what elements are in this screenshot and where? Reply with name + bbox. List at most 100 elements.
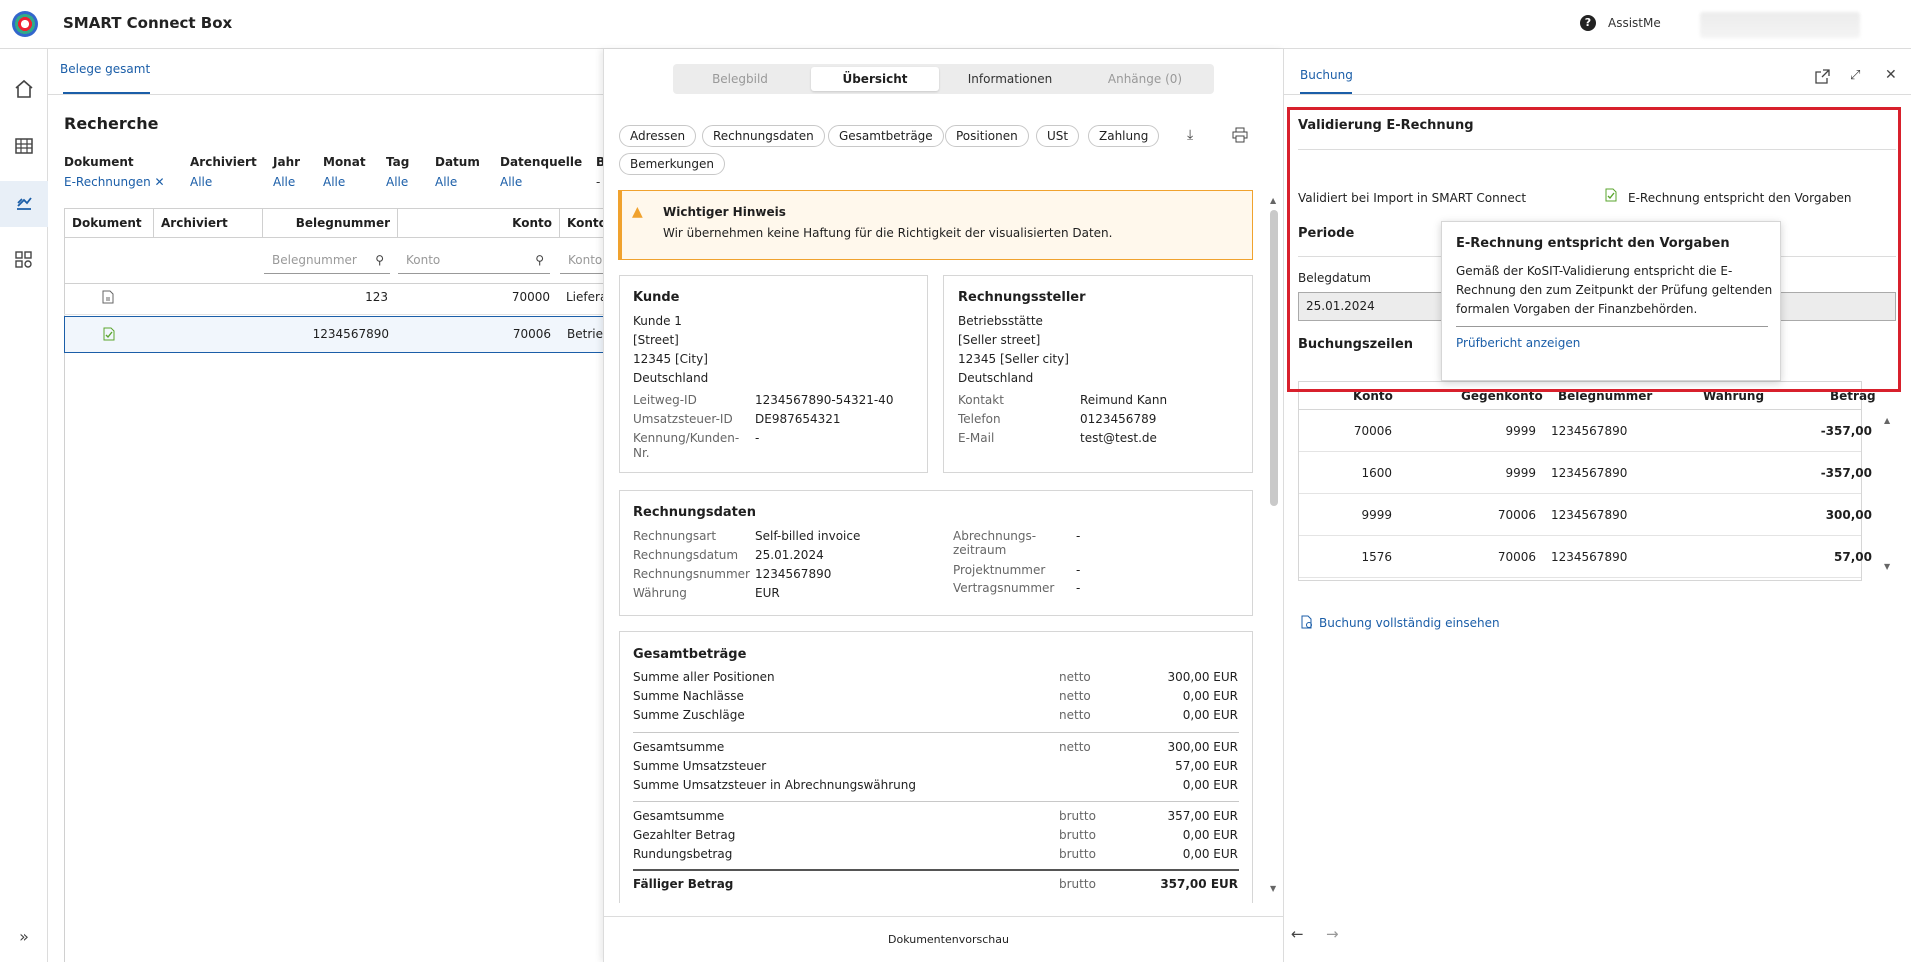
cell-konto: 70006: [512, 327, 551, 341]
gesamt-row-value: 357,00 EUR: [1160, 877, 1238, 891]
filter-value: Alle: [273, 175, 296, 189]
steller-line: 12345 [Seller city]: [958, 352, 1069, 366]
col-konto[interactable]: Konto: [398, 208, 560, 238]
col-dokument[interactable]: Dokument: [64, 208, 154, 238]
field-value: Self-billed invoice: [755, 529, 861, 543]
chip-rechnungsdaten[interactable]: Rechnungsdaten: [702, 125, 825, 147]
field-label: Rechnungsdatum: [633, 548, 739, 562]
filter-value: Alle: [190, 175, 213, 189]
filter-label: Jahr: [273, 155, 301, 169]
filter-jahr[interactable]: Jahr Alle: [273, 155, 300, 189]
field-label: Leitweg-ID: [633, 393, 697, 407]
filter-label: Datum: [435, 155, 480, 169]
documents-icon[interactable]: [12, 192, 36, 216]
divider: [633, 869, 1239, 871]
gesamt-row-type: netto: [1059, 689, 1091, 703]
chip-positionen[interactable]: Positionen: [945, 125, 1029, 147]
filter-label: Tag: [386, 155, 410, 169]
help-icon[interactable]: ?: [1580, 15, 1596, 31]
chip-zahlung[interactable]: Zahlung: [1088, 125, 1160, 147]
download-icon[interactable]: ⤓: [1187, 127, 1193, 143]
tab-belegbild[interactable]: Belegbild: [676, 67, 804, 91]
cell-belegnummer: 123: [365, 290, 388, 304]
gesamt-row-type: netto: [1059, 708, 1091, 722]
gesamt-row-value: 0,00 EUR: [1182, 828, 1238, 842]
field-value: 25.01.2024: [755, 548, 824, 562]
chip-ust[interactable]: USt: [1036, 125, 1080, 147]
expand-icon[interactable]: ⤢: [1850, 68, 1860, 83]
tab-anhaenge[interactable]: Anhänge (0): [1081, 67, 1209, 91]
steller-line: Betriebsstätte: [958, 314, 1043, 328]
scroll-down-icon[interactable]: ▼: [1884, 562, 1890, 571]
arrow-left-icon[interactable]: ←: [1291, 925, 1304, 943]
tab-belege-gesamt[interactable]: Belege gesamt: [60, 62, 150, 76]
col-belegnummer[interactable]: Belegnummer: [263, 208, 398, 238]
print-icon[interactable]: [1232, 127, 1248, 146]
cell-belegnummer: 1234567890: [312, 327, 389, 341]
expand-nav-icon[interactable]: »: [12, 925, 36, 949]
filter-dokument[interactable]: Dokument E-Rechnungen ✕: [64, 155, 165, 189]
open-external-icon[interactable]: [1815, 69, 1830, 87]
app-title: SMART Connect Box: [63, 14, 233, 32]
tab-buchung[interactable]: Buchung: [1300, 68, 1353, 82]
field-label: Rechnungsart: [633, 529, 717, 543]
filter-label: Monat: [323, 155, 366, 169]
cell-gegenkonto: 70006: [1497, 550, 1536, 564]
assistme-button[interactable]: AssistMe: [1608, 16, 1661, 30]
chip-gesamtbetraege[interactable]: Gesamtbeträge: [828, 125, 944, 147]
gesamt-row-type: netto: [1059, 740, 1091, 754]
col-konto-2[interactable]: Konto: [560, 208, 607, 238]
filter-datum[interactable]: Datum Alle: [435, 155, 480, 189]
e-invoice-valid-icon: [103, 327, 115, 344]
highlight-box: [1287, 107, 1901, 392]
divider: [1284, 94, 1911, 95]
field-value: -: [1076, 563, 1081, 577]
filter-datenquelle[interactable]: Datenquelle Alle: [500, 155, 582, 189]
konto2-search-input[interactable]: Konto: [560, 246, 604, 274]
gesamt-row-label: Summe Zuschläge: [633, 708, 745, 722]
field-label: Vertragsnummer: [953, 581, 1055, 595]
gesamt-row-label: Summe Umsatzsteuer: [633, 759, 767, 773]
app-logo: [12, 11, 38, 37]
rechnungsdaten-title: Rechnungsdaten: [633, 505, 756, 520]
filter-archiviert[interactable]: Archiviert Alle: [190, 155, 257, 189]
tab-informationen[interactable]: Informationen: [946, 67, 1074, 91]
close-icon[interactable]: ✕: [155, 175, 165, 189]
user-menu[interactable]: [1700, 12, 1860, 38]
field-label: Umsatzsteuer-ID: [633, 412, 733, 426]
cell-belegnummer: 1234567890: [1551, 466, 1628, 480]
gesamt-row-label: Summe Nachlässe: [633, 689, 744, 703]
filter-tag[interactable]: Tag Alle: [386, 155, 409, 189]
field-value: Reimund Kann: [1080, 393, 1168, 407]
gesamt-row-label: Gezahlter Betrag: [633, 828, 736, 842]
table-row[interactable]: 123 70000 Liefera: [64, 280, 604, 315]
filter-monat[interactable]: Monat Alle: [323, 155, 366, 189]
buchung-vollstaendig-link[interactable]: Buchung vollständig einsehen: [1319, 616, 1500, 630]
filter-value: E-Rechnungen: [64, 175, 151, 189]
chip-bemerkungen[interactable]: Bemerkungen: [619, 153, 726, 175]
warning-title: Wichtiger Hinweis: [663, 205, 786, 219]
arrow-right-icon[interactable]: →: [1326, 925, 1339, 943]
document-preview-label[interactable]: Dokumentenvorschau: [888, 933, 1009, 946]
field-label: zeitraum: [953, 543, 1007, 557]
cell-konto: 70006: [1353, 424, 1392, 438]
cell-text: Betrie: [567, 327, 603, 341]
scroll-up-icon[interactable]: ▲: [1884, 416, 1890, 425]
scroll-up-icon[interactable]: ▲: [1270, 196, 1276, 205]
close-icon[interactable]: ✕: [1885, 67, 1897, 83]
table-icon[interactable]: [12, 136, 36, 160]
filter-value: Alle: [500, 175, 523, 189]
konto-search-input[interactable]: Konto ⚲: [398, 246, 550, 274]
tab-uebersicht[interactable]: Übersicht: [811, 67, 939, 91]
belegnummer-search-input[interactable]: Belegnummer ⚲: [264, 246, 390, 274]
home-icon[interactable]: [12, 78, 36, 102]
field-value: DE987654321: [755, 412, 841, 426]
settings-grid-icon[interactable]: [12, 250, 36, 274]
scrollbar[interactable]: [1270, 210, 1278, 506]
chip-adressen[interactable]: Adressen: [619, 125, 697, 147]
cell-gegenkonto: 70006: [1497, 508, 1536, 522]
warning-banner: [618, 190, 1253, 260]
table-row-selected[interactable]: 1234567890 70006 Betrie: [64, 316, 604, 353]
scroll-down-icon[interactable]: ▼: [1270, 884, 1276, 893]
col-archiviert[interactable]: Archiviert: [154, 208, 263, 238]
